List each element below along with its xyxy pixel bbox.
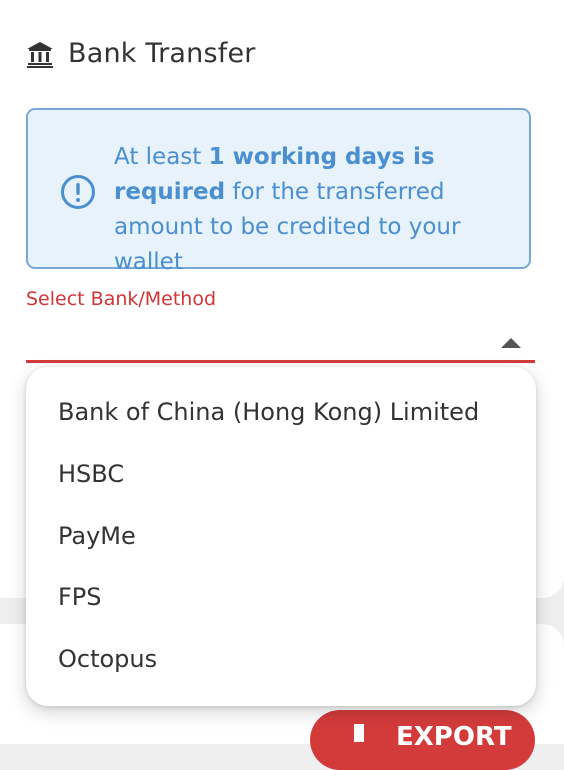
info-icon [61, 175, 95, 209]
option-bank-of-china[interactable]: Bank of China (Hong Kong) Limited [58, 392, 518, 432]
info-notice: At least 1 working days is required for … [26, 108, 531, 275]
option-fps[interactable]: FPS [58, 577, 518, 617]
bank-icon [27, 41, 53, 68]
export-label: EXPORT [396, 722, 512, 752]
page-title: Bank Transfer [68, 38, 256, 69]
select-underline[interactable] [26, 360, 535, 363]
option-octopus[interactable]: Octopus [58, 639, 518, 679]
caret-up-icon[interactable] [501, 338, 521, 348]
select-label: Select Bank/Method [26, 288, 217, 310]
section-header: Bank Transfer [26, 38, 256, 69]
download-icon [354, 724, 364, 742]
option-hsbc[interactable]: HSBC [58, 454, 518, 494]
notice-text: At least 1 working days is required for … [114, 140, 519, 280]
option-payme[interactable]: PayMe [58, 516, 518, 556]
bank-method-dropdown: Bank of China (Hong Kong) Limited HSBC P… [26, 367, 536, 706]
notice-prefix: At least [114, 144, 209, 170]
export-button[interactable]: EXPORT [310, 710, 535, 770]
